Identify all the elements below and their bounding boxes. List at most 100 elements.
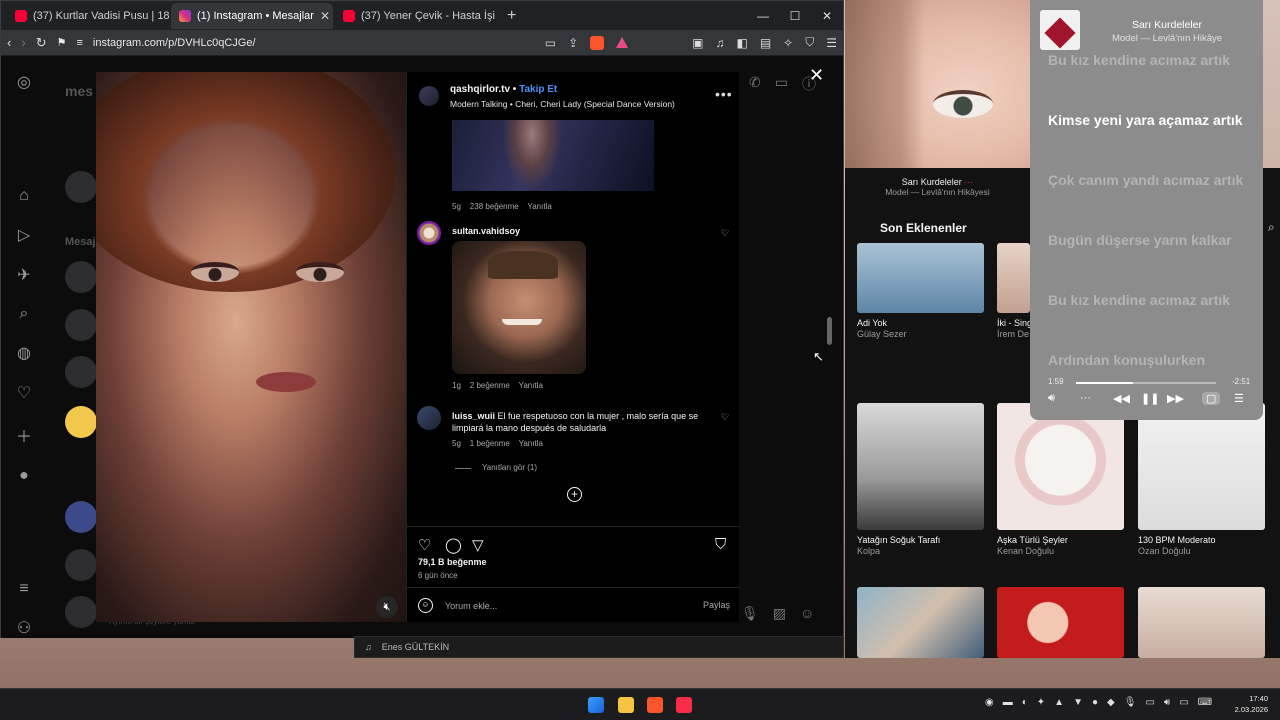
tab-kurtlar-vadisi[interactable]: (37) Kurtlar Vadisi Pusu | 189. Bölüm bbox=[7, 3, 169, 29]
volume-icon[interactable]: 🔊︎ bbox=[1048, 392, 1055, 405]
video-call-icon[interactable]: ▭ bbox=[775, 74, 788, 94]
comment-username[interactable]: luiss_wuii bbox=[452, 411, 495, 421]
progress-bar[interactable] bbox=[1076, 382, 1216, 384]
brave-browser-icon[interactable] bbox=[647, 697, 663, 713]
explore-icon[interactable]: ◍ bbox=[17, 343, 31, 363]
brave-rewards-icon[interactable] bbox=[616, 37, 629, 48]
avatar[interactable] bbox=[417, 221, 441, 245]
home-icon[interactable]: ⌂ bbox=[19, 187, 29, 205]
more-menu-icon[interactable]: ≡ bbox=[19, 580, 28, 598]
likes-count[interactable]: 79,1 B beğenme bbox=[418, 557, 487, 567]
reply-button[interactable]: Yanıtla bbox=[527, 202, 551, 211]
media-icon[interactable]: ♫ bbox=[715, 36, 724, 50]
view-replies-button[interactable]: Yanıtları gör (1) bbox=[482, 463, 537, 472]
back-icon[interactable]: ‹ bbox=[7, 35, 11, 50]
reel-video[interactable]: 🔇︎ bbox=[96, 72, 406, 622]
language-icon[interactable]: ⌨ bbox=[1198, 697, 1212, 708]
album-title[interactable]: 130 BPM Moderato bbox=[1138, 535, 1216, 545]
comment-input[interactable] bbox=[445, 598, 685, 614]
tray-app-icon[interactable]: ◉ bbox=[985, 697, 994, 708]
reels-icon[interactable]: ▷ bbox=[18, 225, 30, 245]
avatar[interactable] bbox=[65, 596, 97, 628]
avatar[interactable] bbox=[65, 171, 97, 203]
lyric-line[interactable]: Çok canım yandı acımaz artık bbox=[1048, 171, 1248, 189]
album-cover[interactable] bbox=[997, 243, 1030, 313]
more-icon[interactable]: ··· bbox=[964, 177, 973, 187]
leo-ai-icon[interactable]: ✧ bbox=[783, 36, 793, 50]
page-scrollbar[interactable] bbox=[827, 161, 832, 638]
lyric-line[interactable]: Ardından konuşulurken bbox=[1048, 351, 1248, 369]
system-clock[interactable]: 17:40 2.03.2026 bbox=[1228, 693, 1268, 715]
next-track-icon[interactable]: ▶▶ bbox=[1167, 392, 1184, 405]
battery-icon[interactable]: ▭ bbox=[1179, 697, 1188, 708]
brave-shields-icon[interactable] bbox=[590, 35, 605, 50]
create-icon[interactable]: ＋ bbox=[16, 423, 32, 447]
avatar[interactable] bbox=[65, 549, 97, 581]
lyric-line-current[interactable]: Kimse yeni yara açamaz artık bbox=[1048, 111, 1248, 129]
close-tab-icon[interactable]: ✕ bbox=[320, 9, 330, 23]
apple-music-icon[interactable] bbox=[676, 697, 692, 713]
lyrics-icon[interactable]: ▢ bbox=[1202, 392, 1221, 405]
avatar[interactable] bbox=[419, 86, 439, 106]
tray-app-icon[interactable]: ✦ bbox=[1037, 697, 1045, 708]
post-comment-button[interactable]: Paylaş bbox=[703, 600, 730, 610]
avatar[interactable] bbox=[65, 501, 97, 533]
pause-icon[interactable]: ❚❚ bbox=[1141, 392, 1159, 405]
lyric-line[interactable]: Bugün düşerse yarın kalkar bbox=[1048, 231, 1248, 249]
mini-now-playing[interactable]: Sarı Kurdeleler ··· Model — Levlâ'nın Hi… bbox=[845, 168, 1030, 206]
more-options-icon[interactable]: ··· bbox=[1080, 392, 1091, 404]
close-modal-icon[interactable]: ✕ bbox=[809, 65, 824, 86]
tray-app-icon[interactable]: ▬ bbox=[1003, 697, 1013, 708]
tray-app-icon[interactable]: ◐ bbox=[1022, 697, 1028, 708]
share-icon[interactable]: ▽ bbox=[472, 536, 484, 554]
post-username[interactable]: qashqirlor.tv bbox=[450, 84, 510, 95]
comment-icon[interactable]: ◯ bbox=[445, 536, 462, 554]
emoji-icon[interactable]: ☺ bbox=[418, 598, 433, 613]
new-tab-button[interactable]: + bbox=[499, 7, 524, 25]
avatar[interactable] bbox=[65, 261, 97, 293]
reader-mode-icon[interactable]: ▣ bbox=[692, 36, 703, 50]
album-cover[interactable] bbox=[857, 587, 984, 658]
tab-yener-cevik[interactable]: (37) Yener Çevik - Hasta İşi (Ben Büdü bbox=[335, 3, 497, 29]
forward-icon[interactable]: › bbox=[21, 35, 25, 50]
album-title[interactable]: Aşka Türlü Şeyler bbox=[997, 535, 1068, 545]
tray-app-icon[interactable]: ● bbox=[1092, 697, 1098, 708]
avatar[interactable] bbox=[65, 309, 97, 341]
tray-app-icon[interactable]: ◆ bbox=[1107, 697, 1115, 708]
album-cover[interactable] bbox=[1138, 403, 1265, 530]
profile-icon[interactable]: ● bbox=[19, 467, 29, 485]
more-options-icon[interactable]: ••• bbox=[715, 86, 733, 102]
search-icon[interactable]: ⌕ bbox=[1268, 220, 1275, 235]
url-text[interactable]: instagram.com/p/DVHLc0qCJGe/ bbox=[93, 37, 256, 49]
tray-app-icon[interactable]: ▲ bbox=[1054, 697, 1064, 708]
volume-icon[interactable]: 🔊︎ bbox=[1164, 697, 1170, 708]
address-bar[interactable]: ⚑ ≡ instagram.com/p/DVHLc0qCJGe/ bbox=[57, 33, 487, 53]
mute-icon[interactable]: 🔇︎ bbox=[376, 596, 398, 618]
album-artist[interactable]: Kolpa bbox=[857, 546, 880, 556]
menu-icon[interactable]: ☰ bbox=[826, 36, 837, 50]
reply-button[interactable]: Yanıtla bbox=[519, 381, 543, 390]
instagram-logo-icon[interactable]: ◎ bbox=[17, 72, 31, 92]
reply-button[interactable]: Yanıtla bbox=[519, 439, 543, 448]
album-cover[interactable] bbox=[857, 403, 984, 530]
lyric-line[interactable]: Bu kız kendine acımaz artık bbox=[1048, 51, 1248, 69]
cast-icon[interactable]: ▭ bbox=[545, 36, 556, 50]
tab-instagram[interactable]: (1) Instagram • Mesajlar ✕ bbox=[171, 2, 333, 29]
sticker-icon[interactable]: ☺ bbox=[800, 605, 814, 622]
messages-icon[interactable]: ✈ bbox=[17, 265, 30, 285]
album-artist[interactable]: Ozan Doğulu bbox=[1138, 546, 1191, 556]
avatar[interactable] bbox=[65, 406, 97, 438]
album-cover[interactable] bbox=[857, 243, 984, 313]
close-window-button[interactable]: ✕ bbox=[811, 9, 843, 23]
minimize-button[interactable]: — bbox=[747, 9, 779, 23]
previous-track-icon[interactable]: ◀◀ bbox=[1113, 392, 1130, 405]
start-button-icon[interactable] bbox=[588, 697, 604, 713]
image-icon[interactable]: ▨ bbox=[773, 605, 786, 622]
notifications-icon[interactable]: ♡ bbox=[17, 383, 31, 403]
album-title[interactable]: İki - Sing bbox=[997, 318, 1030, 328]
album-artist[interactable]: İrem De bbox=[997, 329, 1030, 339]
tray-app-icon[interactable]: ▼ bbox=[1073, 697, 1083, 708]
save-icon[interactable]: ⛉ bbox=[715, 536, 726, 553]
maximize-button[interactable]: ☐ bbox=[779, 9, 811, 23]
vpn-icon[interactable]: ⛉ bbox=[805, 35, 814, 50]
